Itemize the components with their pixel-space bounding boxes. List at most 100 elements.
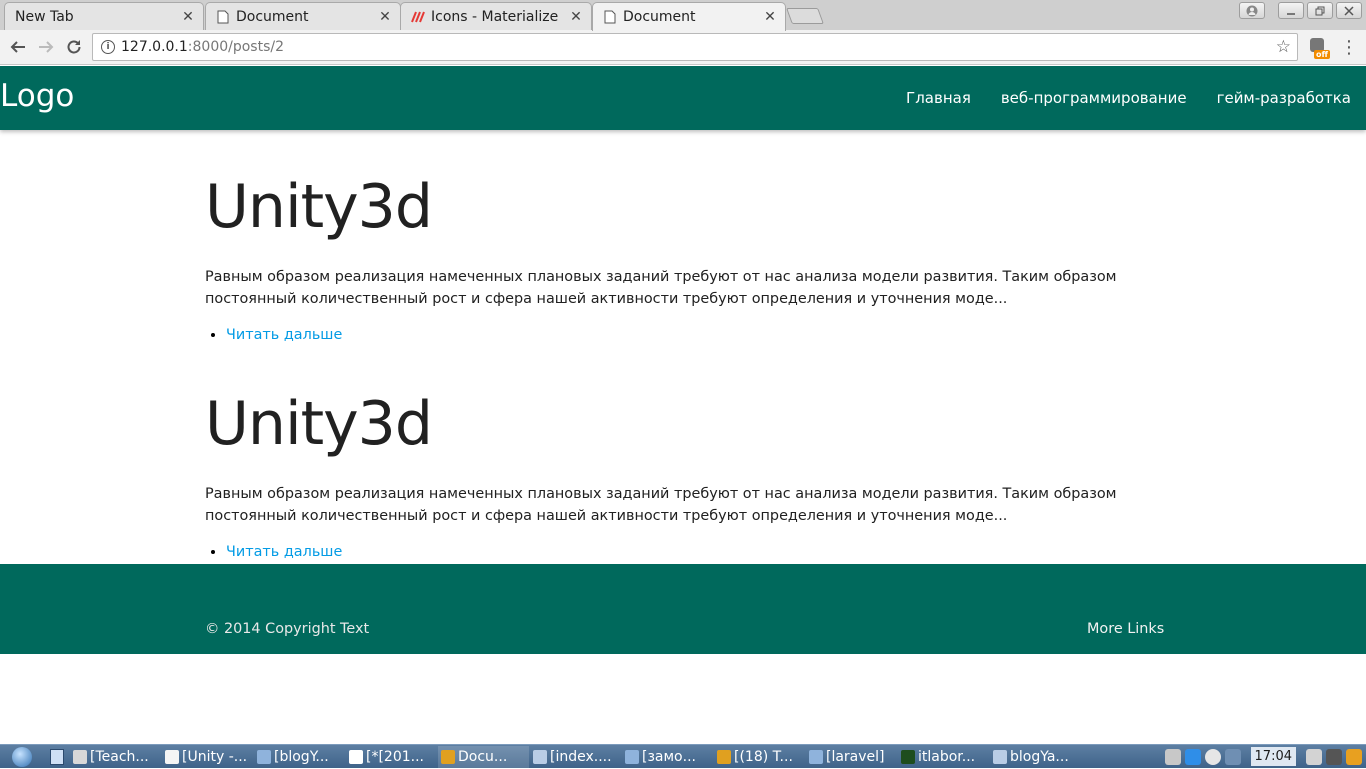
taskbar-task-label: [(18) T... <box>734 748 793 765</box>
minimize-button[interactable] <box>1278 2 1304 19</box>
taskbar-task-label: [index.... <box>550 748 612 765</box>
warning-icon[interactable] <box>1346 748 1362 765</box>
show-desktop-button[interactable] <box>44 746 70 768</box>
taskbar-task-label: [замо... <box>642 748 696 765</box>
reload-icon[interactable] <box>62 35 86 59</box>
tab-strip: New Tab ✕ Document ✕ Icons - Materialize… <box>0 0 1366 31</box>
site-logo[interactable]: Logo <box>0 78 74 114</box>
taskbar-task[interactable]: [Teach... <box>70 746 161 768</box>
taskbar-task[interactable]: [laravel] <box>806 746 897 768</box>
post-title: Unity3d <box>205 389 433 459</box>
page-viewport: Logo Главная веб-программирование гейм-р… <box>0 66 1366 744</box>
browser-tab[interactable]: Icons - Materialize ✕ <box>400 2 592 30</box>
extension-icon[interactable]: off <box>1308 38 1330 60</box>
unity-icon <box>165 749 179 764</box>
address-path: :8000/posts/2 <box>187 39 285 55</box>
close-window-button[interactable] <box>1336 2 1362 19</box>
signal-icon[interactable] <box>1224 748 1241 765</box>
tab-title: New Tab <box>15 8 74 25</box>
footer-copyright: © 2014 Copyright Text <box>205 621 370 637</box>
nav-link-web-programming[interactable]: веб-программирование <box>986 66 1202 130</box>
taskbar-task-label: [Unity -... <box>182 748 248 765</box>
bookmark-star-icon[interactable]: ☆ <box>1276 37 1291 57</box>
forward-icon[interactable] <box>34 35 58 59</box>
os-taskbar: [Teach... [Unity -... [blogY... [*[201... Do… <box>0 744 1366 768</box>
tab-title: Icons - Materialize <box>431 8 559 25</box>
taskbar-task[interactable]: [(18) T... <box>714 746 805 768</box>
taskbar-task-label: Docu... <box>458 748 508 765</box>
address-bar[interactable]: i 127.0.0.1:8000/posts/2 ☆ <box>92 33 1298 61</box>
page-icon <box>216 10 230 24</box>
folder-icon <box>625 749 639 764</box>
text-editor-icon <box>349 749 363 764</box>
browser-toolbar: i 127.0.0.1:8000/posts/2 ☆ off <box>0 30 1366 65</box>
pidgin-icon <box>73 749 87 764</box>
site-navbar: Logo Главная веб-программирование гейм-р… <box>0 66 1366 130</box>
close-icon[interactable]: ✕ <box>761 8 779 26</box>
browser-tab-active[interactable]: Document ✕ <box>592 2 786 31</box>
window-icon <box>533 749 547 764</box>
clock[interactable]: 17:04 <box>1250 747 1296 766</box>
screen-icon[interactable] <box>1306 748 1322 765</box>
taskbar-task[interactable]: [blogY... <box>254 746 345 768</box>
post-excerpt: Равным образом реализация намеченных пла… <box>205 269 1117 307</box>
read-more-link[interactable]: Читать дальше <box>226 544 342 560</box>
address-host: 127.0.0.1 <box>121 39 188 55</box>
read-more-link[interactable]: Читать дальше <box>226 327 342 343</box>
taskbar-task-label: blogYa... <box>1010 748 1069 765</box>
restore-button[interactable] <box>1307 2 1333 19</box>
list-item: Читать дальше <box>226 544 1165 560</box>
folder-icon <box>257 749 271 764</box>
taskbar-task[interactable]: [index.... <box>530 746 621 768</box>
taskbar-task-label: [blogY... <box>274 748 329 765</box>
folder-icon <box>809 749 823 764</box>
taskbar-task[interactable]: Docu... <box>438 745 529 768</box>
nav-link-home[interactable]: Главная <box>891 66 986 130</box>
updates-icon[interactable] <box>1326 748 1342 765</box>
page-icon <box>603 10 617 24</box>
footer-more-links[interactable]: More Links <box>1087 621 1164 637</box>
start-menu-button[interactable] <box>0 745 44 769</box>
close-icon[interactable]: ✕ <box>376 8 394 26</box>
taskbar-task-label: itlabor... <box>918 748 976 765</box>
taskbar-task-label: [*[201... <box>366 748 424 765</box>
taskbar-task[interactable]: itlabor... <box>898 746 989 768</box>
close-icon[interactable]: ✕ <box>179 8 197 26</box>
taskbar-task[interactable]: [Unity -... <box>162 746 253 768</box>
post-card: Unity3d Равным образом реализация намече… <box>205 388 1165 560</box>
taskbar-task-label: [laravel] <box>826 748 885 765</box>
site-footer: © 2014 Copyright Text More Links <box>0 564 1366 654</box>
nav-links: Главная веб-программирование гейм-разраб… <box>891 66 1366 130</box>
terminal-icon <box>901 749 915 764</box>
info-icon[interactable]: i <box>101 40 115 54</box>
taskbar-task[interactable]: [замо... <box>622 746 713 768</box>
system-tray: 17:04 <box>1164 747 1366 766</box>
browser-menu-icon[interactable]: ⋮ <box>1340 37 1358 58</box>
dropbox-icon[interactable] <box>1184 748 1201 765</box>
tab-title: Document <box>623 9 696 25</box>
taskbar-task[interactable]: [*[201... <box>346 746 437 768</box>
post-title: Unity3d <box>205 172 433 242</box>
list-item: Читать дальше <box>226 327 1165 343</box>
post-card: Unity3d Равным образом реализация намече… <box>205 171 1165 343</box>
browser-tab[interactable]: New Tab ✕ <box>4 2 204 30</box>
taskbar-task[interactable]: blogYa... <box>990 746 1081 768</box>
browser-tab[interactable]: Document ✕ <box>205 2 401 30</box>
pidgin-tray-icon[interactable] <box>1204 748 1221 765</box>
task-list: [Teach... [Unity -... [blogY... [*[201... Do… <box>70 745 1082 768</box>
new-tab-button[interactable] <box>786 8 824 24</box>
post-links: Читать дальше <box>205 544 1165 560</box>
post-links: Читать дальше <box>205 327 1165 343</box>
taskbar-task-label: [Teach... <box>90 748 149 765</box>
window-icon <box>993 749 1007 764</box>
chrome-icon <box>717 749 731 764</box>
profile-icon[interactable] <box>1239 2 1265 19</box>
network-icon[interactable] <box>1164 748 1181 765</box>
tab-title: Document <box>236 8 309 25</box>
back-icon[interactable] <box>6 35 30 59</box>
nav-link-game-dev[interactable]: гейм-разработка <box>1202 66 1366 130</box>
materialize-icon <box>411 10 425 24</box>
close-icon[interactable]: ✕ <box>567 8 585 26</box>
post-excerpt: Равным образом реализация намеченных пла… <box>205 486 1117 524</box>
start-orb-icon <box>12 746 32 767</box>
